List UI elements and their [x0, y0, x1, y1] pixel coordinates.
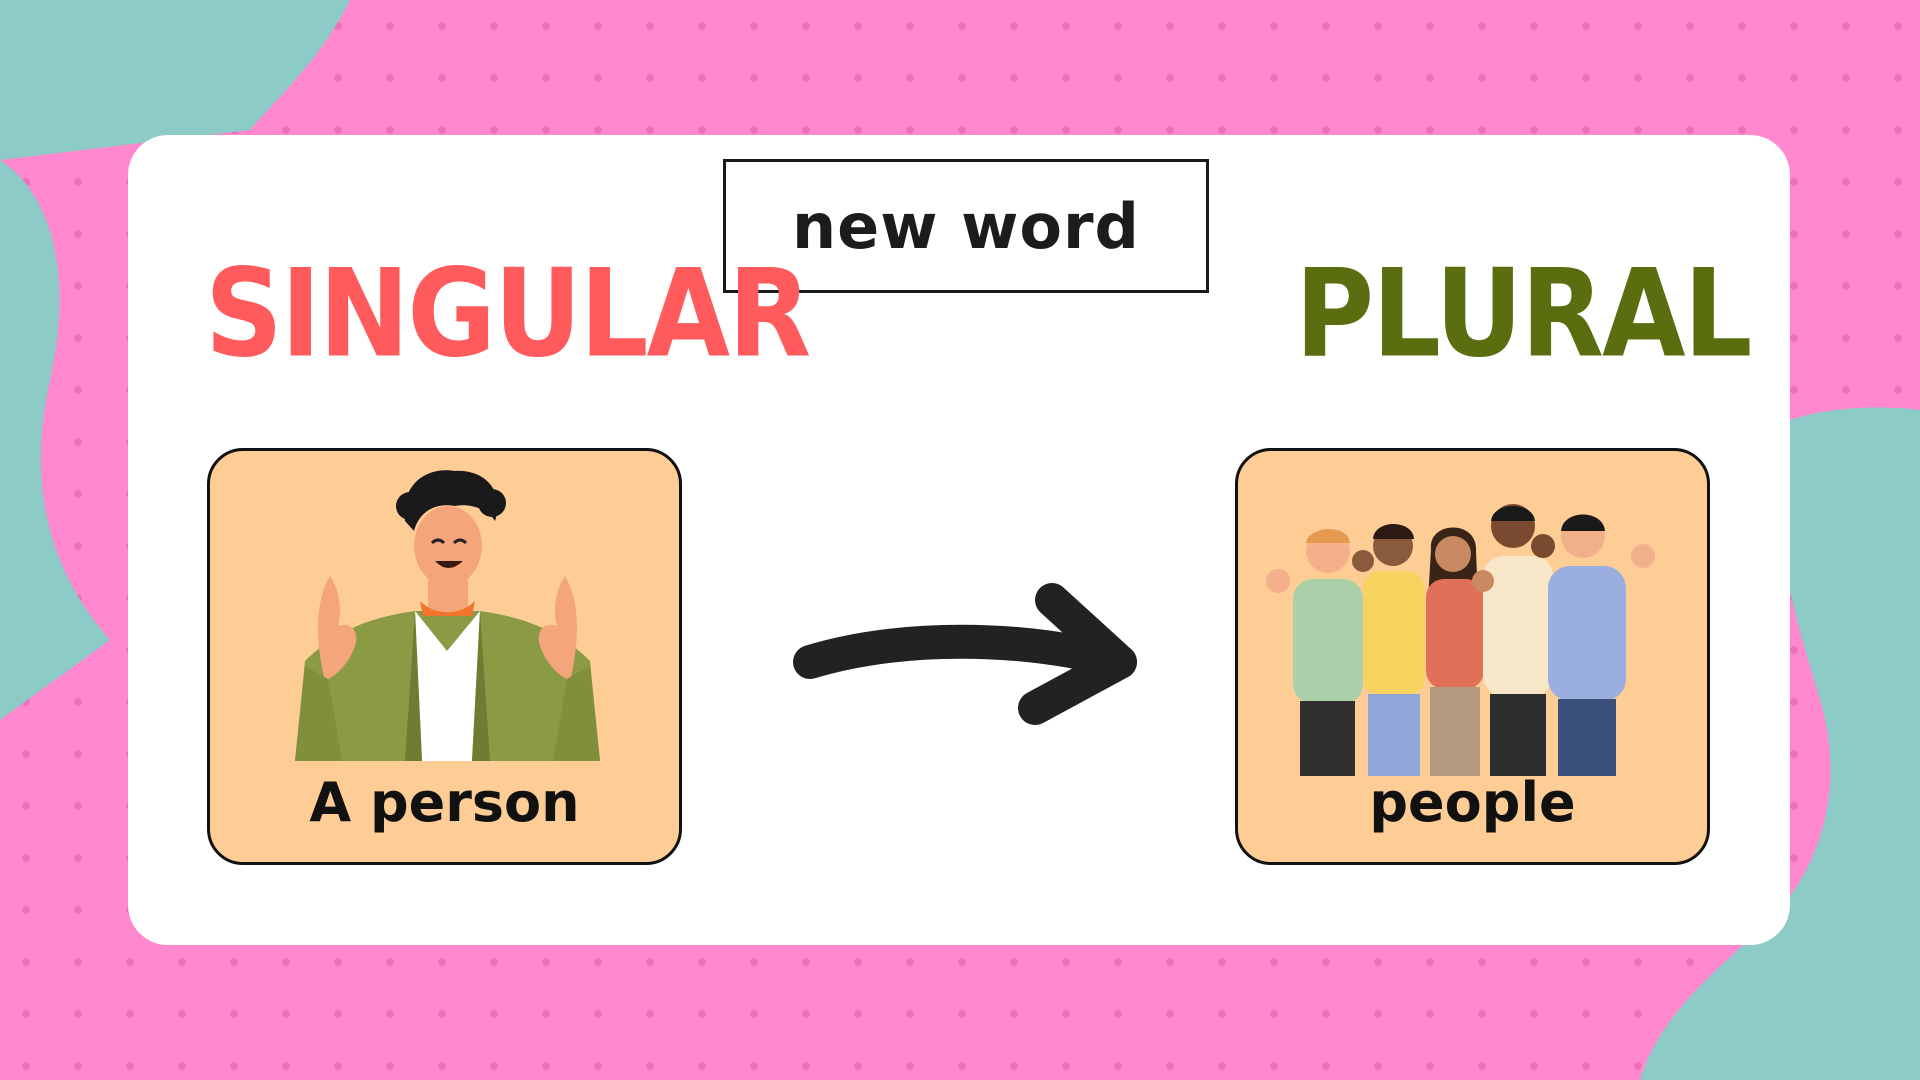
plural-caption: people: [1369, 771, 1576, 834]
singular-caption: A person: [309, 771, 580, 834]
singular-panel: A person: [207, 448, 682, 865]
plural-panel: people: [1235, 448, 1710, 865]
plural-heading: PLURAL: [1295, 244, 1752, 385]
right-arrow-icon: [793, 583, 1137, 725]
singular-heading: SINGULAR: [205, 244, 811, 385]
